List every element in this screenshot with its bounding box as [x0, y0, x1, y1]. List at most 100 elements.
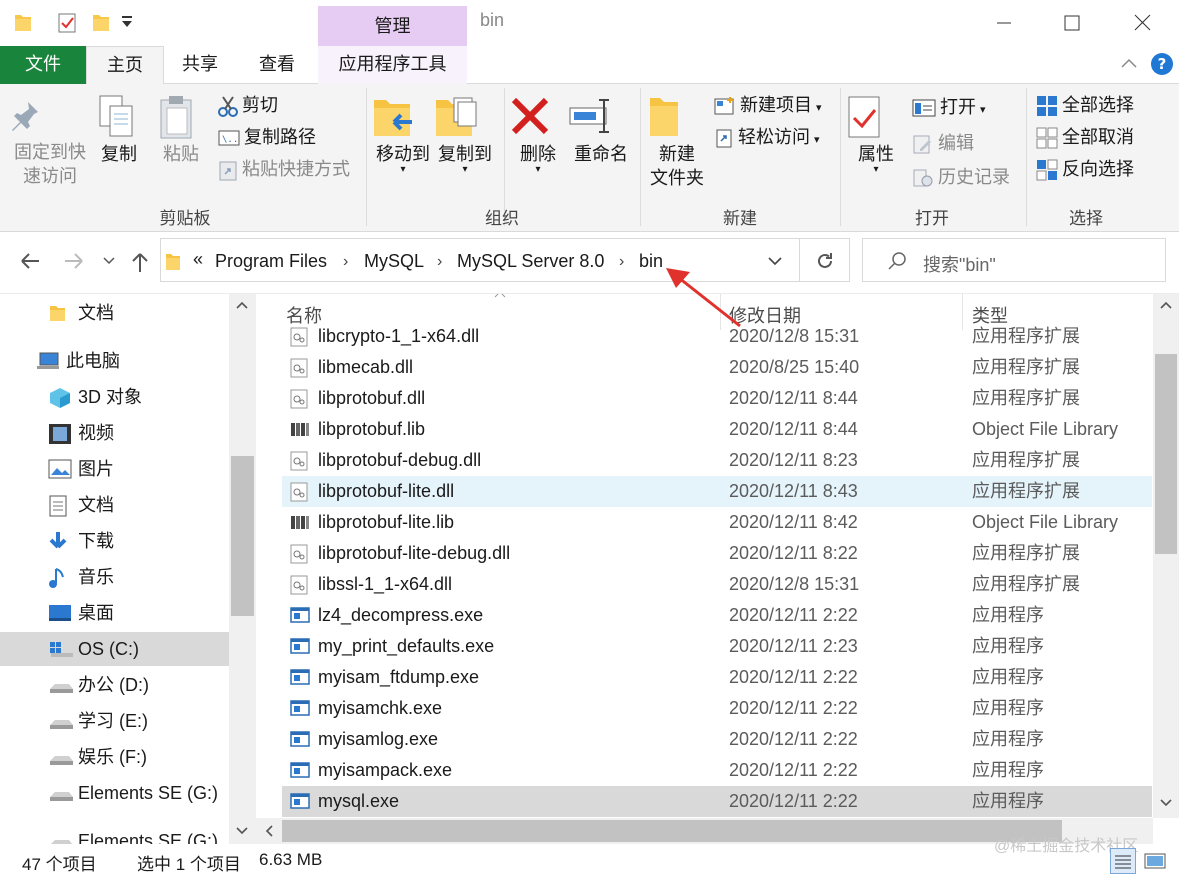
breadcrumb-mysql-server[interactable]: MySQL Server 8.0 [457, 251, 604, 272]
tab-manage[interactable]: 管理 [318, 6, 467, 46]
nav-item[interactable]: 学习 (E:) [0, 704, 229, 738]
nav-item[interactable]: 桌面 [0, 596, 229, 630]
address-history-chevron-icon[interactable] [767, 256, 783, 266]
minimize-button[interactable] [984, 8, 1024, 38]
breadcrumb-separator-icon[interactable]: › [437, 253, 442, 271]
file-row[interactable]: myisam_ftdump.exe 2020/12/11 2:22 应用程序 [282, 662, 1152, 693]
scroll-up-arrow-icon[interactable] [1159, 300, 1173, 310]
nav-item[interactable]: 图片 [0, 452, 229, 486]
nav-item[interactable]: 文档 [0, 296, 229, 330]
up-arrow-icon[interactable] [130, 250, 150, 274]
nav-item[interactable]: 3D 对象 [0, 380, 229, 414]
file-row[interactable]: mysql.exe 2020/12/11 2:22 应用程序 [282, 786, 1152, 817]
new-folder-button[interactable]: 新建 文件夹 [644, 94, 710, 190]
new-folder-label-line1: 新建 [659, 144, 695, 164]
copy-button[interactable]: 复制 [96, 94, 142, 166]
details-view-icon[interactable] [1110, 848, 1136, 874]
file-row[interactable]: libprotobuf.dll 2020/12/11 8:44 应用程序扩展 [282, 383, 1152, 414]
nav-item[interactable]: 办公 (D:) [0, 668, 229, 702]
new-folder-quick-icon[interactable] [92, 12, 110, 32]
copy-path-button[interactable]: \.. 复制路径 [218, 122, 316, 152]
nav-scrollbar[interactable] [229, 294, 256, 844]
properties-button[interactable]: 属性 ▾ [846, 94, 906, 175]
edit-label: 编辑 [938, 133, 974, 153]
forward-arrow-icon[interactable] [62, 250, 86, 272]
file-row[interactable]: libssl-1_1-x64.dll 2020/12/8 15:31 应用程序扩展 [282, 569, 1152, 600]
back-arrow-icon[interactable] [18, 250, 42, 272]
scroll-down-arrow-icon[interactable] [235, 826, 249, 836]
recent-locations-chevron-icon[interactable] [102, 256, 116, 266]
file-row[interactable]: libprotobuf.lib 2020/12/11 8:44 Object Fil… [282, 414, 1152, 445]
customize-toolbar-icon[interactable] [120, 14, 134, 30]
select-all-button[interactable]: 全部选择 [1036, 90, 1134, 120]
new-folder-icon [644, 94, 710, 140]
nav-item[interactable]: 视频 [0, 416, 229, 450]
search-box[interactable]: 搜索"bin" [862, 238, 1166, 282]
tab-file[interactable]: 文件 [0, 46, 86, 84]
nav-item[interactable]: 音乐 [0, 560, 229, 594]
breadcrumb-program-files[interactable]: Program Files [215, 251, 327, 272]
nav-item-label: 桌面 [78, 603, 114, 623]
large-icons-view-icon[interactable] [1143, 850, 1167, 872]
history-button[interactable]: 历史记录 [912, 162, 1010, 192]
paste-shortcut-button[interactable]: 粘贴快捷方式 [218, 154, 350, 184]
pin-to-quick-access-button[interactable]: 固定到快 速访问 [8, 98, 92, 188]
collapse-ribbon-icon[interactable] [1120, 56, 1138, 70]
nav-item-label: 娱乐 (F:) [78, 747, 147, 767]
new-item-button[interactable]: 新建项目 ▾ [714, 90, 822, 120]
nav-item[interactable]: 下载 [0, 524, 229, 558]
open-button[interactable]: 打开 ▾ [912, 92, 986, 122]
tab-application-tools[interactable]: 应用程序工具 [318, 46, 467, 84]
select-group-label: 选择 [1069, 209, 1103, 228]
easy-access-icon [714, 127, 734, 149]
breadcrumb-overflow[interactable]: « [193, 249, 203, 270]
file-row[interactable]: libmecab.dll 2020/8/25 15:40 应用程序扩展 [282, 352, 1152, 383]
scroll-up-arrow-icon[interactable] [235, 300, 249, 310]
file-row[interactable]: my_print_defaults.exe 2020/12/11 2:23 应用程序 [282, 631, 1152, 662]
file-row[interactable]: libprotobuf-debug.dll 2020/12/11 8:23 应用程序… [282, 445, 1152, 476]
file-row[interactable]: libprotobuf-lite.dll 2020/12/11 8:43 应用程序扩… [282, 476, 1152, 507]
scroll-down-arrow-icon[interactable] [1159, 798, 1173, 808]
breadcrumb-mysql[interactable]: MySQL [364, 251, 424, 272]
maximize-button[interactable] [1052, 8, 1092, 38]
breadcrumb-separator-icon[interactable]: › [619, 253, 624, 271]
paste-button[interactable]: 粘贴 [158, 94, 204, 166]
select-none-button[interactable]: 全部取消 [1036, 122, 1134, 152]
file-row[interactable]: myisampack.exe 2020/12/11 2:22 应用程序 [282, 755, 1152, 786]
nav-item[interactable]: 娱乐 (F:) [0, 740, 229, 774]
help-icon[interactable]: ? [1150, 52, 1174, 76]
tab-share[interactable]: 共享 [166, 46, 234, 84]
invert-selection-button[interactable]: 反向选择 [1036, 154, 1134, 184]
breadcrumb-separator-icon[interactable]: › [343, 253, 348, 271]
refresh-button[interactable] [800, 238, 850, 282]
nav-scroll-thumb[interactable] [231, 456, 254, 616]
nav-item[interactable]: Elements SE (G:) [0, 824, 229, 844]
tab-view[interactable]: 查看 [244, 46, 310, 84]
edit-button[interactable]: 编辑 [912, 128, 974, 158]
file-list-scroll-thumb[interactable] [1155, 354, 1177, 554]
nav-item[interactable]: Elements SE (G:) [0, 776, 229, 810]
move-to-button[interactable]: 移动到 ▾ [372, 94, 434, 175]
nav-item-label: 此电脑 [66, 351, 120, 371]
file-row[interactable]: libprotobuf-lite-debug.dll 2020/12/11 8:2… [282, 538, 1152, 569]
file-type: Object File Library [972, 512, 1119, 532]
nav-item[interactable]: OS (C:) [0, 632, 229, 666]
easy-access-button[interactable]: 轻松访问 ▾ [714, 122, 820, 152]
delete-button[interactable]: 删除 ▾ [510, 94, 566, 175]
cut-label: 剪切 [242, 95, 278, 115]
tab-home[interactable]: 主页 [86, 46, 164, 85]
file-row[interactable]: myisamchk.exe 2020/12/11 2:22 应用程序 [282, 693, 1152, 724]
scroll-left-arrow-icon[interactable] [264, 824, 274, 838]
nav-item[interactable]: 此电脑 [0, 344, 229, 378]
horizontal-scroll-thumb[interactable] [282, 820, 1062, 842]
file-list-vertical-scrollbar[interactable] [1153, 294, 1179, 818]
copy-to-button[interactable]: 复制到 ▾ [434, 94, 496, 175]
cut-button[interactable]: 剪切 [218, 90, 278, 120]
file-row[interactable]: lz4_decompress.exe 2020/12/11 2:22 应用程序 [282, 600, 1152, 631]
close-button[interactable] [1122, 8, 1162, 38]
properties-quick-icon[interactable] [58, 12, 78, 34]
file-row[interactable]: libprotobuf-lite.lib 2020/12/11 8:42 Objec… [282, 507, 1152, 538]
rename-button[interactable]: 重命名 [568, 94, 634, 166]
nav-item[interactable]: 文档 [0, 488, 229, 522]
file-row[interactable]: myisamlog.exe 2020/12/11 2:22 应用程序 [282, 724, 1152, 755]
